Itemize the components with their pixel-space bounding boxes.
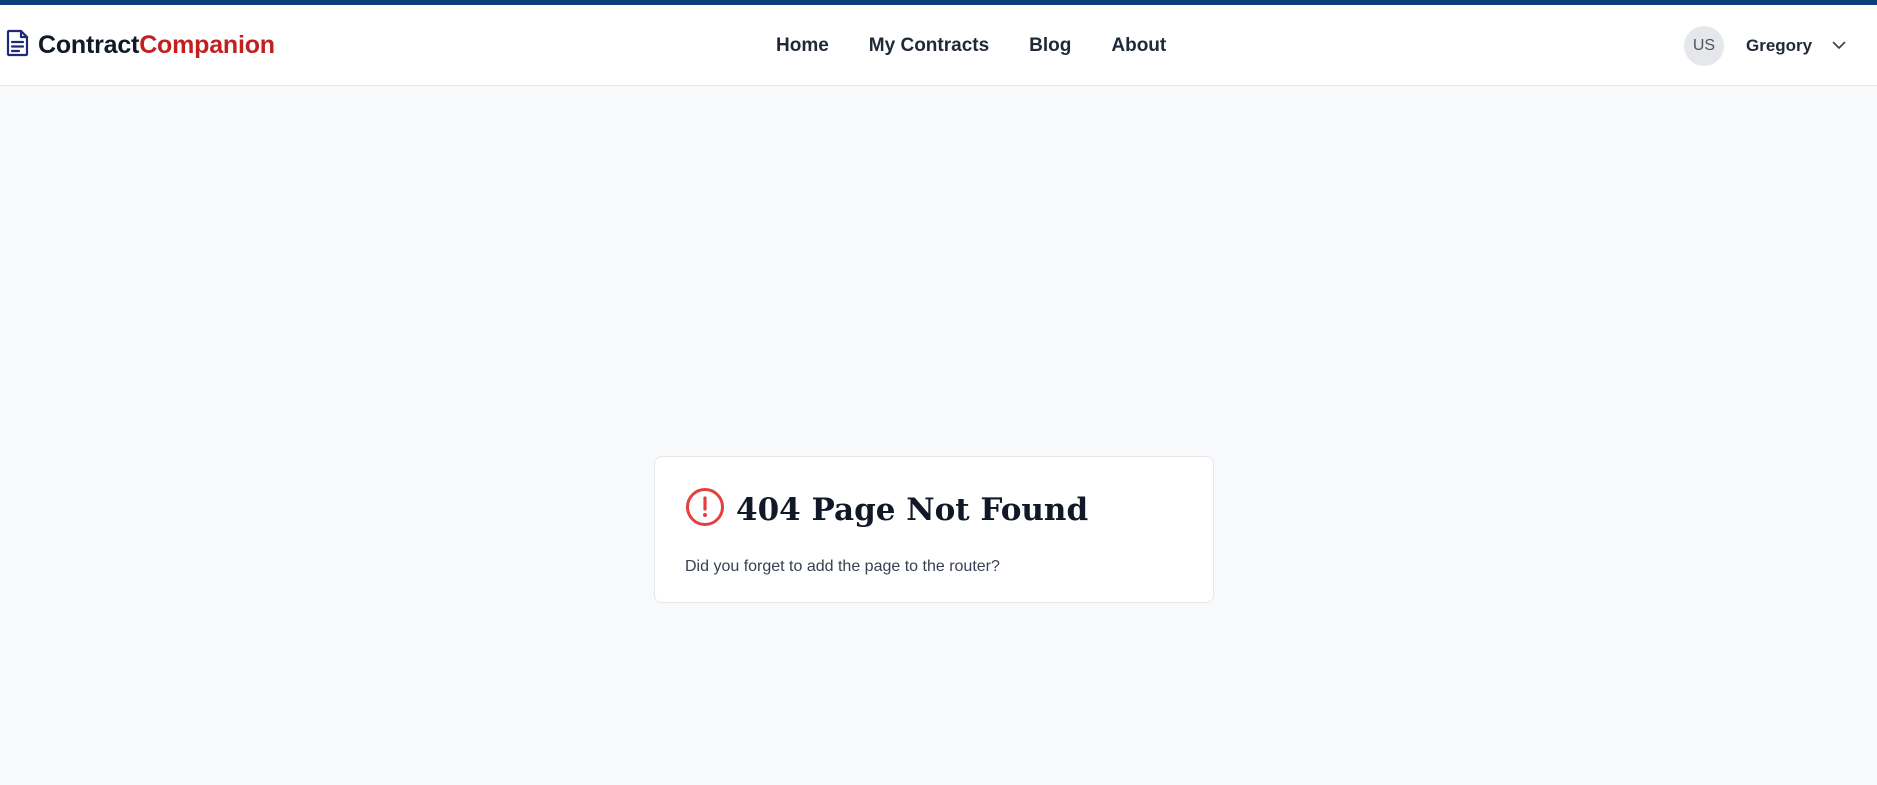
user-name: Gregory bbox=[1746, 35, 1813, 55]
brand-logo[interactable]: ContractCompanion bbox=[6, 5, 275, 86]
nav-link-about[interactable]: About bbox=[1111, 35, 1166, 57]
alert-circle-icon bbox=[685, 487, 725, 532]
chevron-down-icon[interactable] bbox=[1832, 41, 1846, 50]
user-menu[interactable]: US Gregory bbox=[1684, 5, 1846, 86]
error-title-row: 404 Page Not Found bbox=[685, 487, 1183, 532]
nav-link-home[interactable]: Home bbox=[776, 35, 829, 57]
error-card: 404 Page Not Found Did you forget to add… bbox=[654, 456, 1214, 603]
avatar[interactable]: US bbox=[1684, 25, 1724, 66]
nav-link-blog[interactable]: Blog bbox=[1029, 35, 1071, 57]
document-icon bbox=[6, 29, 30, 62]
brand-name-part1: Contract bbox=[38, 31, 140, 59]
main-nav: Home My Contracts Blog About bbox=[776, 5, 1206, 86]
error-message: Did you forget to add the page to the ro… bbox=[685, 558, 1000, 575]
brand-name: ContractCompanion bbox=[38, 31, 275, 60]
nav-link-my-contracts[interactable]: My Contracts bbox=[869, 35, 989, 57]
main-content: 404 Page Not Found Did you forget to add… bbox=[0, 86, 1877, 785]
brand-name-part2: Companion bbox=[139, 31, 275, 59]
error-title: 404 Page Not Found bbox=[736, 491, 1089, 528]
top-navbar: ContractCompanion Home My Contracts Blog… bbox=[0, 5, 1877, 86]
